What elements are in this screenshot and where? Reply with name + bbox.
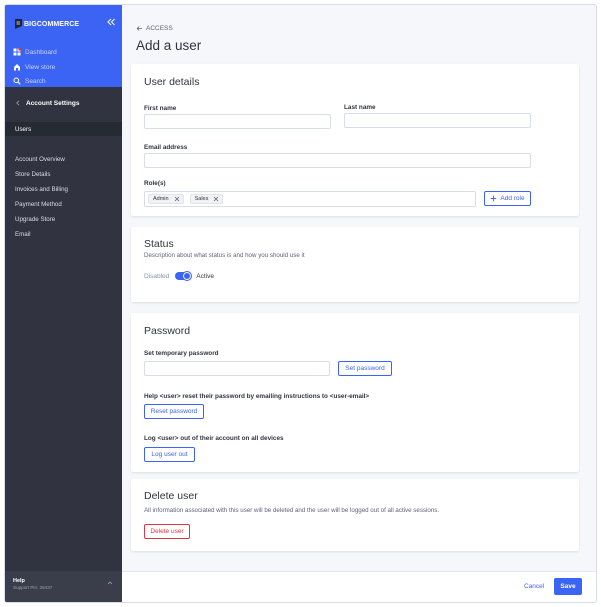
search-icon [13, 77, 21, 85]
sidebar-item-label: Payment Method [15, 200, 62, 208]
delete-user-label: Delete user [150, 528, 184, 535]
delete-user-button[interactable]: Delete user [144, 524, 190, 539]
account-settings-back[interactable]: Account Settings [5, 95, 122, 111]
page-title: Add a user [136, 38, 202, 53]
bigcommerce-logo-mark-icon [15, 19, 22, 29]
main-content: ACCESS Add a user User details First nam… [122, 5, 596, 602]
sidebar-item-label: Users [15, 125, 32, 133]
password-card: Password Set temporary password Set pass… [131, 313, 579, 472]
first-name-field[interactable] [144, 114, 331, 129]
status-off-label: Disabled [144, 272, 170, 280]
sidebar: BIGCOMMERCE Dashboard View store Search … [5, 5, 122, 602]
delete-user-card: Delete user All information associated w… [131, 479, 579, 551]
set-password-label: Set password [345, 365, 385, 372]
sidebar-item-label: Store Details [15, 170, 51, 178]
reset-help-text: Help <user> reset their password by emai… [144, 393, 370, 400]
help-label: Help [13, 578, 25, 584]
set-password-button[interactable]: Set password [338, 361, 392, 376]
account-settings-title: Account Settings [26, 99, 80, 107]
arrow-left-icon [136, 26, 142, 31]
nav-dashboard[interactable]: Dashboard [13, 46, 57, 58]
roles-label: Role(s) [144, 180, 166, 187]
logout-help-text: Log <user> out of their account on all d… [144, 435, 284, 442]
plus-icon [491, 195, 497, 202]
role-chip-label: Admin [153, 196, 169, 202]
email-field[interactable] [144, 153, 531, 168]
first-name-label: First name [144, 105, 177, 112]
nav-view-store-label: View store [25, 63, 56, 71]
log-user-out-label: Log user out [151, 451, 188, 458]
nav-search-label: Search [25, 77, 46, 85]
nav-dashboard-label: Dashboard [25, 48, 57, 56]
user-details-title: User details [144, 76, 200, 88]
breadcrumb-label: ACCESS [146, 25, 173, 32]
storefront-icon [14, 64, 20, 71]
help-panel[interactable]: Help Support Pin: 36437 [5, 571, 122, 602]
chevron-left-icon [16, 100, 20, 106]
logo-text: BIGCOMMERCE [24, 21, 80, 28]
collapse-sidebar-icon[interactable] [105, 16, 117, 28]
last-name-label: Last name [344, 104, 376, 111]
last-name-field[interactable] [344, 113, 531, 128]
cancel-button[interactable]: Cancel [524, 583, 544, 590]
email-label: Email address [144, 144, 188, 151]
sidebar-item-upgrade-store[interactable]: Upgrade Store [5, 212, 122, 226]
role-chip-label: Sales [194, 196, 209, 202]
save-button[interactable]: Save [554, 578, 582, 595]
action-bar: Cancel Save [122, 571, 596, 602]
nav-view-store[interactable]: View store [13, 61, 55, 73]
delete-user-title: Delete user [144, 490, 198, 502]
sidebar-item-payment-method[interactable]: Payment Method [5, 197, 122, 211]
chevron-up-icon[interactable] [107, 580, 113, 586]
sidebar-item-users[interactable]: Users [5, 122, 122, 136]
sidebar-top: BIGCOMMERCE Dashboard View store Search [5, 5, 122, 87]
dashboard-icon [13, 48, 21, 56]
sidebar-item-label: Account Overview [15, 155, 65, 163]
role-chip-admin: Admin [148, 194, 184, 204]
temp-password-label: Set temporary password [144, 350, 219, 357]
log-user-out-button[interactable]: Log user out [144, 447, 195, 462]
password-title: Password [144, 325, 191, 337]
sidebar-item-label: Upgrade Store [15, 215, 56, 223]
status-toggle[interactable] [175, 271, 193, 281]
delete-user-description: All information associated with this use… [144, 507, 440, 514]
sidebar-item-account-overview[interactable]: Account Overview [5, 152, 122, 166]
sidebar-item-email[interactable]: Email [5, 227, 122, 241]
toggle-knob [182, 271, 193, 281]
sidebar-item-label: Email [15, 230, 31, 238]
sidebar-item-store-details[interactable]: Store Details [5, 167, 122, 181]
status-title: Status [144, 238, 174, 250]
roles-field[interactable]: Admin Sales [144, 191, 476, 207]
temp-password-field[interactable] [144, 361, 330, 376]
breadcrumb[interactable]: ACCESS [136, 25, 173, 32]
status-card: Status Description about what status is … [131, 227, 579, 302]
app-window: BIGCOMMERCE Dashboard View store Search … [4, 4, 597, 603]
status-on-label: Active [196, 272, 214, 280]
remove-role-icon[interactable] [213, 196, 219, 202]
role-chip-sales: Sales [189, 194, 224, 204]
sidebar-item-invoices[interactable]: Invoices and Billing [5, 182, 122, 196]
reset-password-label: Reset password [150, 408, 198, 415]
status-toggle-row: Disabled Active [144, 271, 214, 281]
remove-role-icon[interactable] [174, 196, 180, 202]
add-role-label: Add role [500, 195, 525, 202]
support-pin: Support Pin: 36437 [13, 585, 53, 590]
nav-search[interactable]: Search [13, 75, 46, 87]
status-description: Description about what status is and how… [144, 252, 305, 259]
add-role-button[interactable]: Add role [484, 191, 531, 206]
sidebar-item-label: Invoices and Billing [15, 185, 68, 193]
reset-password-button[interactable]: Reset password [144, 404, 204, 419]
